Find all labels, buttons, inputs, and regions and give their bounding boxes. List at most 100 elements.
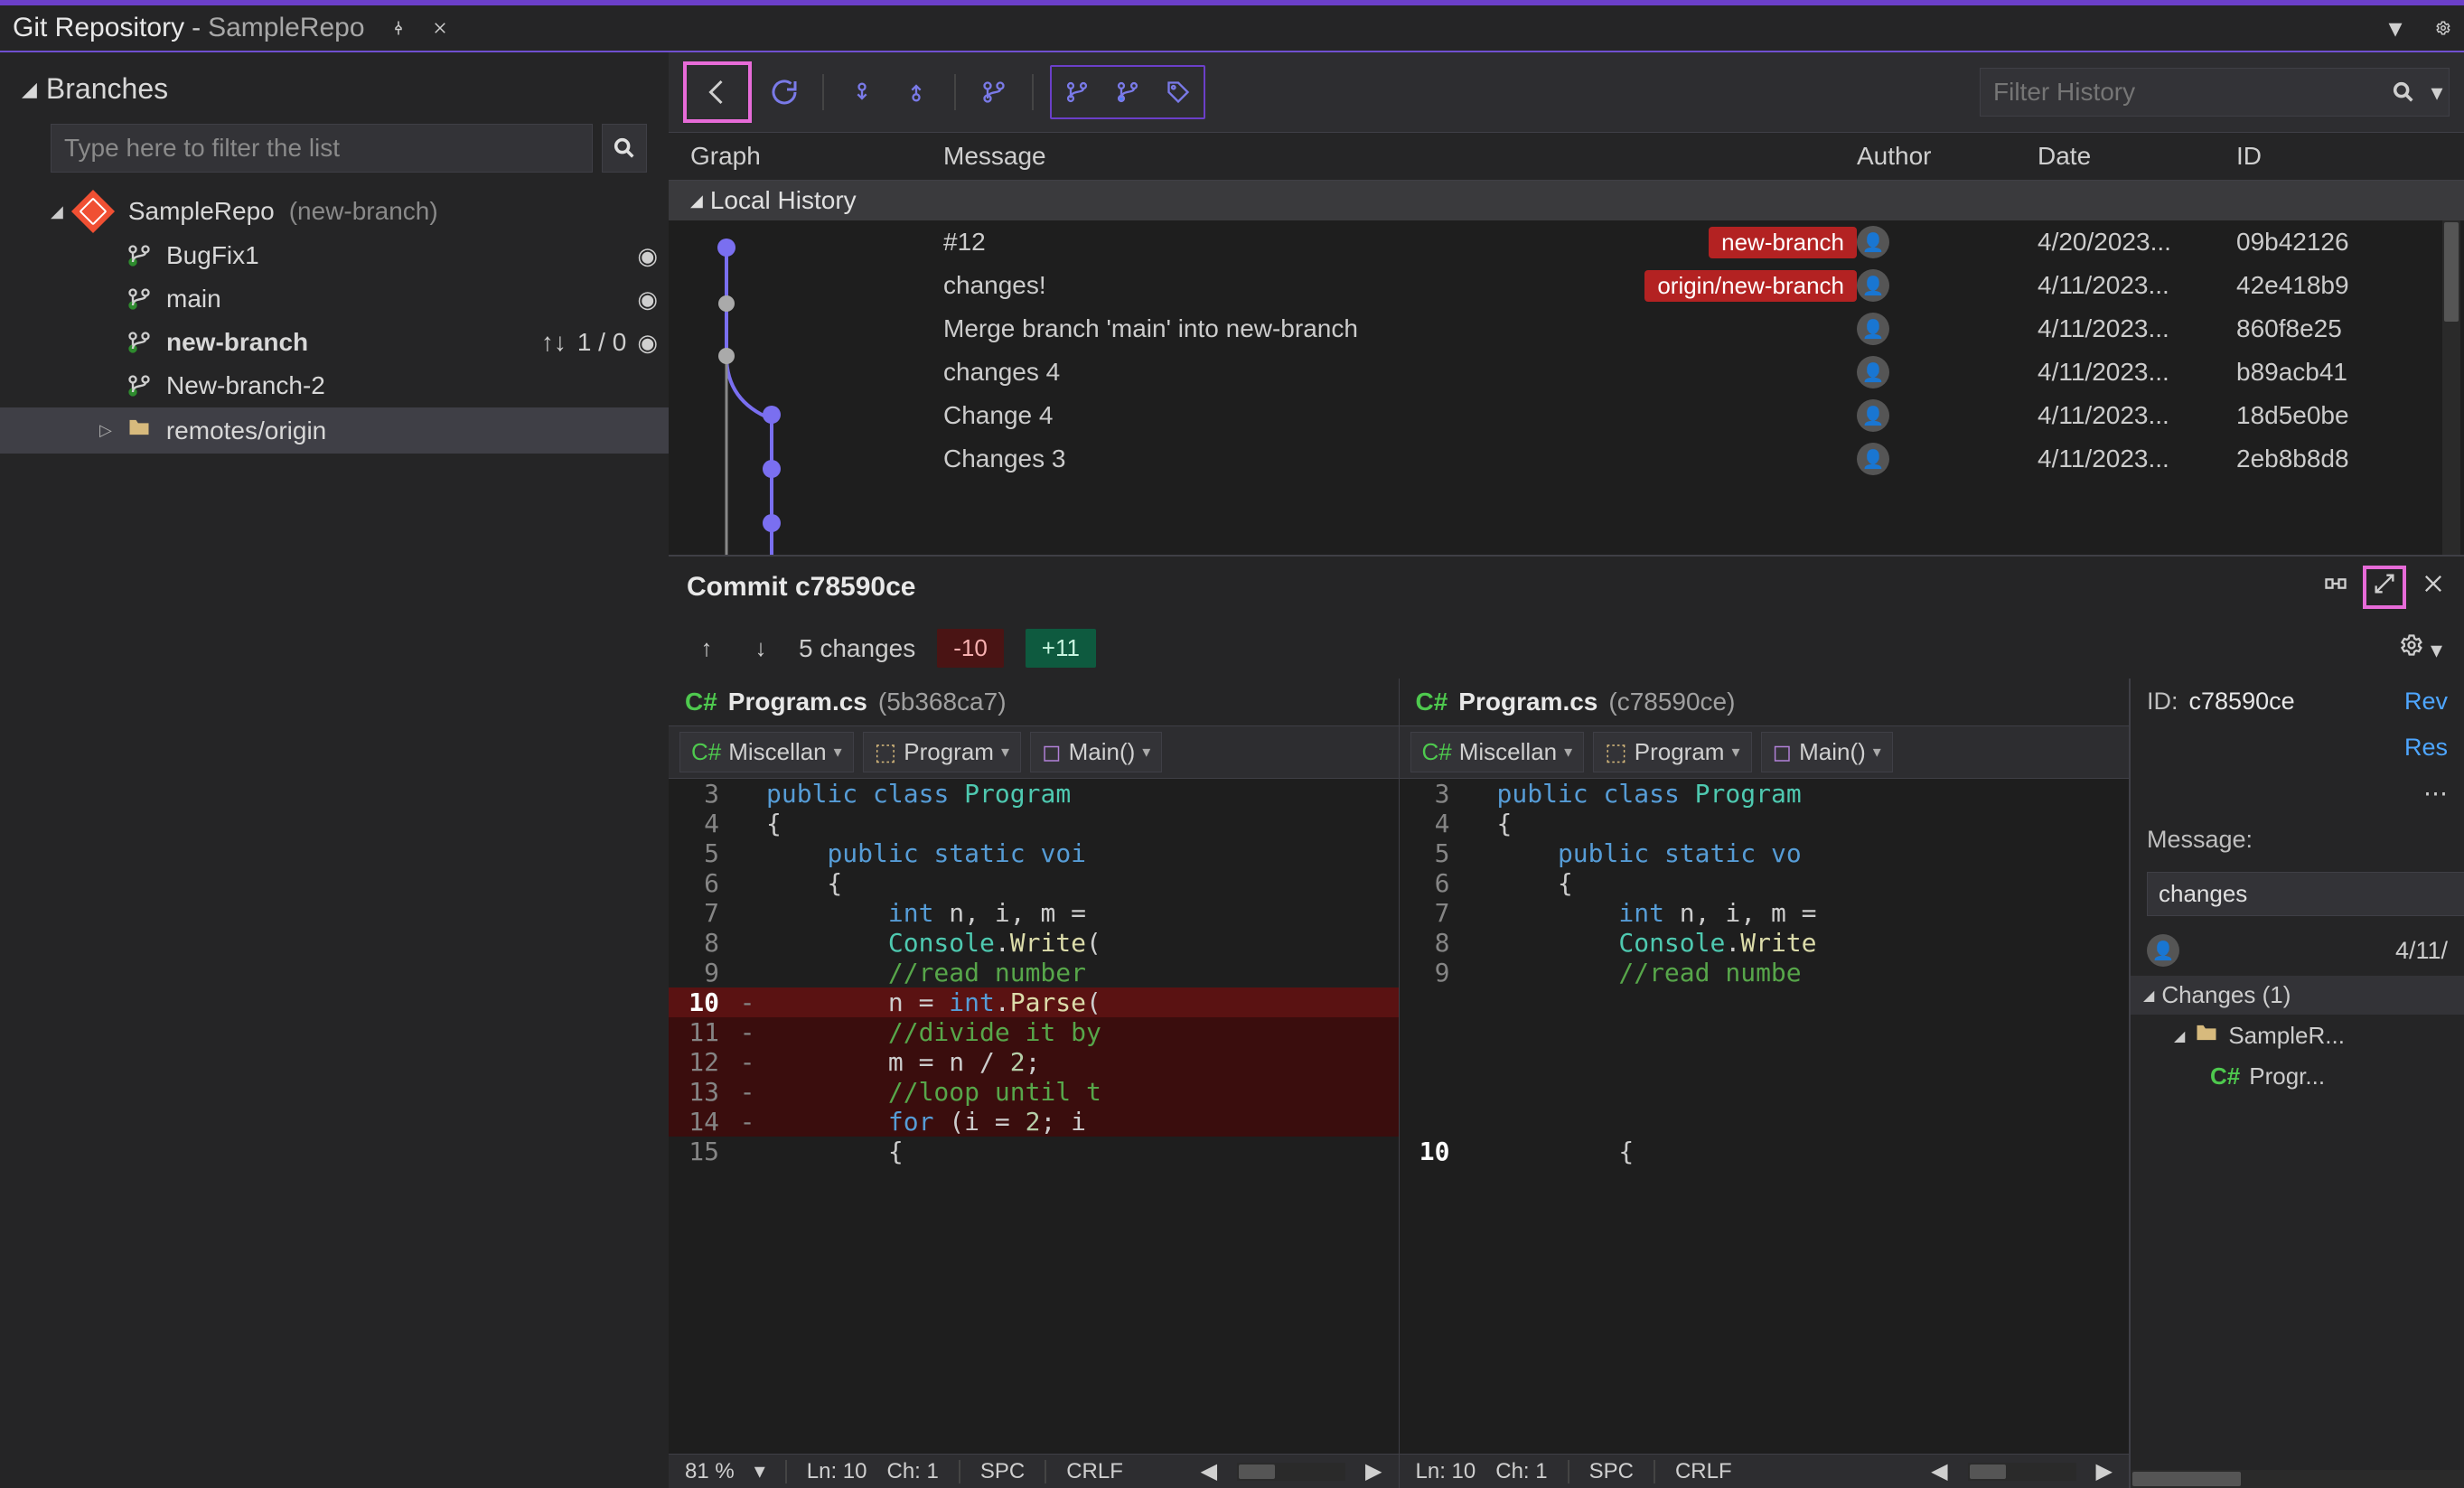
whitespace-mode[interactable]: SPC (1589, 1459, 1634, 1484)
col-message[interactable]: Message (943, 142, 1857, 171)
branch-item-current[interactable]: new-branch ↑↓ 1 / 0 ◉ (0, 321, 669, 364)
branch-name: New-branch-2 (166, 371, 325, 400)
pin-icon[interactable] (378, 14, 407, 42)
local-history-label: Local History (710, 186, 857, 215)
main-panel: ▾ Graph Message Author Date ID ◢ Local H… (669, 52, 2464, 1488)
repo-node[interactable]: ◢ SampleRepo (new-branch) (0, 189, 669, 234)
changes-count: 5 changes (799, 634, 915, 663)
close-detail-button[interactable] (2421, 571, 2446, 604)
refresh-button[interactable] (763, 70, 806, 114)
eye-icon[interactable]: ◉ (637, 285, 658, 314)
nav-project[interactable]: C#Miscellan▾ (679, 732, 854, 772)
nav-namespace[interactable]: ⬚Program▾ (863, 732, 1021, 772)
filter-dropdown-icon[interactable]: ▾ (2425, 79, 2449, 107)
local-branches-button[interactable] (1055, 70, 1099, 114)
commit-detail: Commit c78590ce ↑ ↓ 5 changes (669, 556, 2464, 1488)
commit-row[interactable]: changes 4 👤 4/11/2023... b89acb41 (669, 351, 2464, 394)
status-bar-left: 81 %▾ Ln: 10 Ch: 1 SPC CRLF ◀ ▶ (669, 1454, 1399, 1488)
nav-function[interactable]: ◻Main()▾ (1761, 732, 1893, 772)
lang-badge: C# (1416, 688, 1448, 716)
search-button[interactable] (602, 124, 647, 173)
diff-settings-icon[interactable]: ▾ (2399, 632, 2442, 664)
branch-tag: new-branch (1709, 227, 1857, 258)
maximize-button[interactable] (2363, 566, 2406, 609)
branches-header[interactable]: ◢ Branches (0, 52, 669, 115)
chevron-down-icon[interactable]: ▾ (2381, 14, 2410, 42)
commit-id: b89acb41 (2236, 358, 2417, 387)
col-date[interactable]: Date (2038, 142, 2236, 171)
commit-row[interactable]: Change 4 👤 4/11/2023... 18d5e0be (669, 394, 2464, 437)
reset-link[interactable]: Res (2404, 734, 2448, 762)
side-h-scrollbar[interactable] (2131, 1470, 2464, 1488)
eye-icon[interactable]: ◉ (637, 329, 658, 357)
scroll-left-icon[interactable]: ◀ (1931, 1458, 1947, 1484)
eol-mode[interactable]: CRLF (1066, 1459, 1123, 1484)
scroll-left-icon[interactable]: ◀ (1201, 1458, 1217, 1484)
col-id[interactable]: ID (2236, 142, 2417, 171)
col-indicator: Ch: 1 (886, 1459, 938, 1484)
tags-button[interactable] (1157, 70, 1200, 114)
avatar-icon: 👤 (1857, 356, 1889, 388)
col-graph[interactable]: Graph (690, 142, 943, 171)
commit-row[interactable]: changes! origin/new-branch 👤 4/11/2023..… (669, 264, 2464, 307)
h-scrollbar[interactable] (1968, 1463, 2076, 1481)
changes-header[interactable]: ◢ Changes (1) (2131, 976, 2464, 1015)
branches-tree: ◢ SampleRepo (new-branch) BugFix1 ◉ (0, 189, 669, 463)
code-right[interactable]: 3public class Program4{5 public static v… (1400, 779, 2130, 1454)
diff-right-pane: C# Program.cs (c78590ce) C#Miscellan▾ ⬚P… (1400, 678, 2131, 1488)
prev-change-button[interactable]: ↑ (690, 632, 723, 665)
branches-sidebar: ◢ Branches ◢ SampleRepo (new-branch) (0, 52, 669, 1488)
nav-function[interactable]: ◻Main()▾ (1030, 732, 1162, 772)
branch-item[interactable]: main ◉ (0, 277, 669, 321)
diff-left-pane: C# Program.cs (5b368ca7) C#Miscellan▾ ⬚P… (669, 678, 1400, 1488)
commit-message: Merge branch 'main' into new-branch (943, 314, 1857, 343)
col-author[interactable]: Author (1857, 142, 2038, 171)
branch-name: new-branch (166, 328, 308, 357)
whitespace-mode[interactable]: SPC (980, 1459, 1025, 1484)
more-icon[interactable]: ⋯ (2423, 780, 2448, 808)
scroll-right-icon[interactable]: ▶ (1365, 1458, 1382, 1484)
eol-mode[interactable]: CRLF (1675, 1459, 1732, 1484)
fetch-button[interactable] (840, 70, 884, 114)
branch-tool-button[interactable] (972, 70, 1016, 114)
changes-folder[interactable]: ◢ SampleR... (2131, 1015, 2464, 1057)
code-left[interactable]: 3public class Program4{5 public static v… (669, 779, 1399, 1454)
history-filter-input[interactable] (1981, 69, 2382, 116)
scroll-right-icon[interactable]: ▶ (2096, 1458, 2113, 1484)
compare-icon[interactable] (2323, 571, 2348, 604)
changes-file[interactable]: C# Progr... (2131, 1057, 2464, 1096)
lang-badge: C# (2210, 1062, 2240, 1090)
zoom-level[interactable]: 81 % (685, 1459, 735, 1484)
col-indicator: Ch: 1 (1495, 1459, 1547, 1484)
history-scrollbar[interactable] (2442, 220, 2460, 555)
eye-icon[interactable]: ◉ (637, 242, 658, 270)
nav-project[interactable]: C#Miscellan▾ (1410, 732, 1585, 772)
push-button[interactable] (895, 70, 938, 114)
commit-message-input[interactable] (2147, 872, 2464, 916)
commit-id: 18d5e0be (2236, 401, 2417, 430)
close-icon[interactable] (419, 14, 448, 42)
commit-row[interactable]: Merge branch 'main' into new-branch 👤 4/… (669, 307, 2464, 351)
branch-name: BugFix1 (166, 241, 259, 270)
branch-item[interactable]: BugFix1 ◉ (0, 234, 669, 277)
id-value: c78590ce (2189, 688, 2295, 716)
commit-row[interactable]: #12 new-branch 👤 4/20/2023... 09b42126 (669, 220, 2464, 264)
next-change-button[interactable]: ↓ (745, 632, 777, 665)
nav-namespace[interactable]: ⬚Program▾ (1593, 732, 1751, 772)
branch-icon (126, 243, 152, 268)
search-icon[interactable] (2382, 80, 2425, 105)
revert-link[interactable]: Rev (2404, 688, 2448, 716)
gear-icon[interactable] (2422, 14, 2451, 42)
branch-filter-input[interactable] (51, 124, 593, 173)
local-history-header[interactable]: ◢ Local History (669, 181, 2464, 220)
ahead-behind-icon: ↑↓ (541, 328, 567, 357)
file-name: Program.cs (728, 688, 867, 716)
h-scrollbar[interactable] (1237, 1463, 1345, 1481)
remote-branches-button[interactable] (1106, 70, 1149, 114)
branch-item[interactable]: New-branch-2 (0, 364, 669, 407)
remotes-node[interactable]: ▷ remotes/origin (0, 407, 669, 454)
history-columns: Graph Message Author Date ID (669, 133, 2464, 181)
branch-name: main (166, 285, 221, 314)
back-button[interactable] (696, 70, 739, 114)
commit-row[interactable]: Changes 3 👤 4/11/2023... 2eb8b8d8 (669, 437, 2464, 481)
